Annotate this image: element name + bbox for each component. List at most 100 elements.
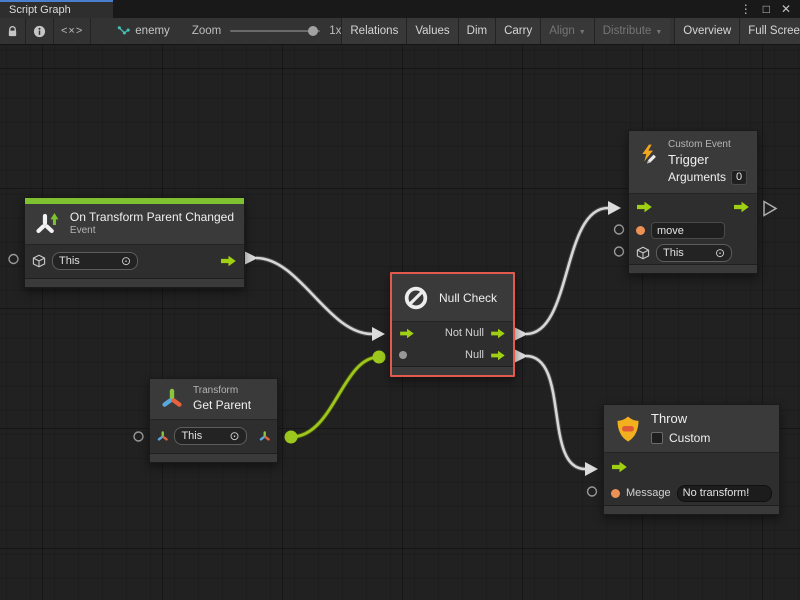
node-title: Get Parent	[193, 398, 251, 413]
lock-icon	[7, 25, 18, 38]
trigger-target-port[interactable]	[615, 247, 624, 256]
dim-button[interactable]: Dim	[458, 18, 495, 44]
flow-row	[604, 453, 779, 481]
value-port-dot[interactable]	[399, 351, 407, 359]
flow-output-arrow[interactable]	[490, 328, 506, 339]
values-button[interactable]: Values	[406, 18, 457, 44]
trigger-exit-port[interactable]	[764, 202, 776, 216]
tab-title: Script Graph	[9, 4, 71, 16]
wire-event-to-nullcheck	[244, 251, 385, 341]
node-footer	[392, 366, 513, 375]
distribute-dropdown-button[interactable]: Distribute ▼	[594, 18, 671, 44]
tab-script-graph[interactable]: Script Graph	[0, 0, 113, 18]
message-input[interactable]	[677, 485, 772, 502]
string-port-dot[interactable]	[636, 226, 645, 235]
node-category: Custom Event	[668, 139, 747, 152]
code-icon: <×>	[61, 25, 83, 37]
zoom-slider[interactable]	[230, 30, 320, 32]
transform-output-port-icon[interactable]	[259, 430, 270, 443]
window-menu-icon[interactable]: ⋮	[740, 3, 752, 15]
not-null-row: Not Null	[392, 322, 513, 344]
zoom-label: Zoom	[192, 25, 221, 37]
window-maximize-icon[interactable]: □	[763, 3, 770, 15]
transform-port-icon[interactable]	[157, 430, 168, 443]
node-footer	[629, 264, 757, 273]
target-picker-icon: ⊙	[715, 247, 725, 259]
flow-output-arrow[interactable]	[220, 255, 237, 267]
lock-button[interactable]	[0, 18, 26, 44]
relations-button[interactable]: Relations	[341, 18, 406, 44]
custom-event-icon	[639, 139, 659, 169]
this-dropdown[interactable]: This ⊙	[174, 427, 246, 445]
message-row: Message	[604, 481, 779, 505]
edit-source-button[interactable]: <×>	[54, 18, 91, 44]
throw-message-port[interactable]	[588, 487, 597, 496]
this-dropdown[interactable]: This ⊙	[52, 252, 138, 270]
window-close-icon[interactable]: ✕	[781, 3, 791, 15]
node-footer	[25, 278, 244, 287]
not-null-label: Not Null	[445, 327, 484, 339]
carry-button[interactable]: Carry	[495, 18, 540, 44]
zoom-control: Zoom 1x	[192, 18, 342, 44]
graph-canvas[interactable]: On Transform Parent Changed Event This ⊙	[0, 45, 800, 600]
graph-breadcrumb[interactable]: enemy	[117, 18, 170, 44]
node-title: On Transform Parent Changed	[70, 210, 234, 225]
null-row: Null	[392, 344, 513, 366]
node-footer	[150, 453, 277, 462]
flow-output-arrow[interactable]	[733, 201, 750, 213]
node-title: Throw	[651, 411, 710, 427]
node-header: On Transform Parent Changed Event	[25, 204, 244, 245]
flow-input-arrow[interactable]	[611, 461, 628, 473]
node-header: Transform Get Parent	[150, 379, 277, 420]
getparent-target-port[interactable]	[134, 432, 143, 441]
cube-icon	[636, 246, 650, 260]
fullscreen-button[interactable]: Full Screen	[739, 18, 800, 44]
cube-icon	[32, 254, 46, 268]
node-throw[interactable]: Throw Custom Message	[603, 404, 780, 515]
port-row: This ⊙	[150, 420, 277, 453]
arguments-input[interactable]	[731, 170, 747, 185]
custom-checkbox[interactable]	[651, 432, 663, 444]
node-subtitle: Event	[70, 225, 234, 238]
trigger-name-port[interactable]	[615, 225, 624, 234]
dropdown-arrow-icon: ▼	[655, 29, 662, 36]
port-row: This ⊙	[25, 245, 244, 278]
wire-notnull-to-trigger	[514, 201, 621, 341]
node-header: Null Check	[392, 274, 513, 322]
node-header: Custom Event Trigger Arguments	[629, 131, 757, 194]
flow-row	[629, 194, 757, 220]
node-on-transform-parent-changed[interactable]: On Transform Parent Changed Event This ⊙	[24, 197, 245, 288]
wire-getparent-to-nullcheck	[285, 351, 386, 444]
wire-null-to-throw	[514, 349, 598, 476]
throw-shield-icon	[614, 415, 642, 443]
info-icon	[33, 25, 46, 38]
window-tab-bar: Script Graph ⋮ □ ✕	[0, 0, 800, 18]
info-button[interactable]	[26, 18, 54, 44]
event-target-port[interactable]	[9, 255, 18, 264]
node-get-parent[interactable]: Transform Get Parent This ⊙	[149, 378, 278, 463]
custom-checkbox-label: Custom	[669, 431, 710, 446]
transform-event-icon	[35, 211, 61, 237]
window-controls: ⋮ □ ✕	[740, 0, 800, 18]
node-header: Throw Custom	[604, 405, 779, 453]
transform-icon	[160, 387, 184, 411]
null-check-icon	[402, 284, 430, 312]
flow-input-arrow[interactable]	[636, 201, 653, 213]
string-port-dot[interactable]	[611, 489, 620, 498]
message-label: Message	[626, 487, 671, 499]
toolbar-buttons: Relations Values Dim Carry Align ▼ Distr…	[341, 18, 800, 44]
event-name-input[interactable]	[651, 222, 725, 239]
node-null-check[interactable]: Null Check Not Null Null	[390, 272, 515, 377]
overview-button[interactable]: Overview	[674, 18, 739, 44]
align-dropdown-button[interactable]: Align ▼	[540, 18, 594, 44]
zoom-slider-handle[interactable]	[308, 26, 318, 36]
flow-input-arrow[interactable]	[399, 328, 415, 339]
unity-visual-scripting-window: Script Graph ⋮ □ ✕ <×>	[0, 0, 800, 600]
node-trigger-custom-event[interactable]: Custom Event Trigger Arguments	[628, 130, 758, 274]
node-category: Transform	[193, 385, 251, 398]
name-row	[629, 220, 757, 242]
graph-icon	[117, 25, 130, 38]
flow-output-arrow[interactable]	[490, 350, 506, 361]
target-picker-icon: ⊙	[121, 255, 131, 267]
this-dropdown[interactable]: This ⊙	[656, 244, 732, 262]
